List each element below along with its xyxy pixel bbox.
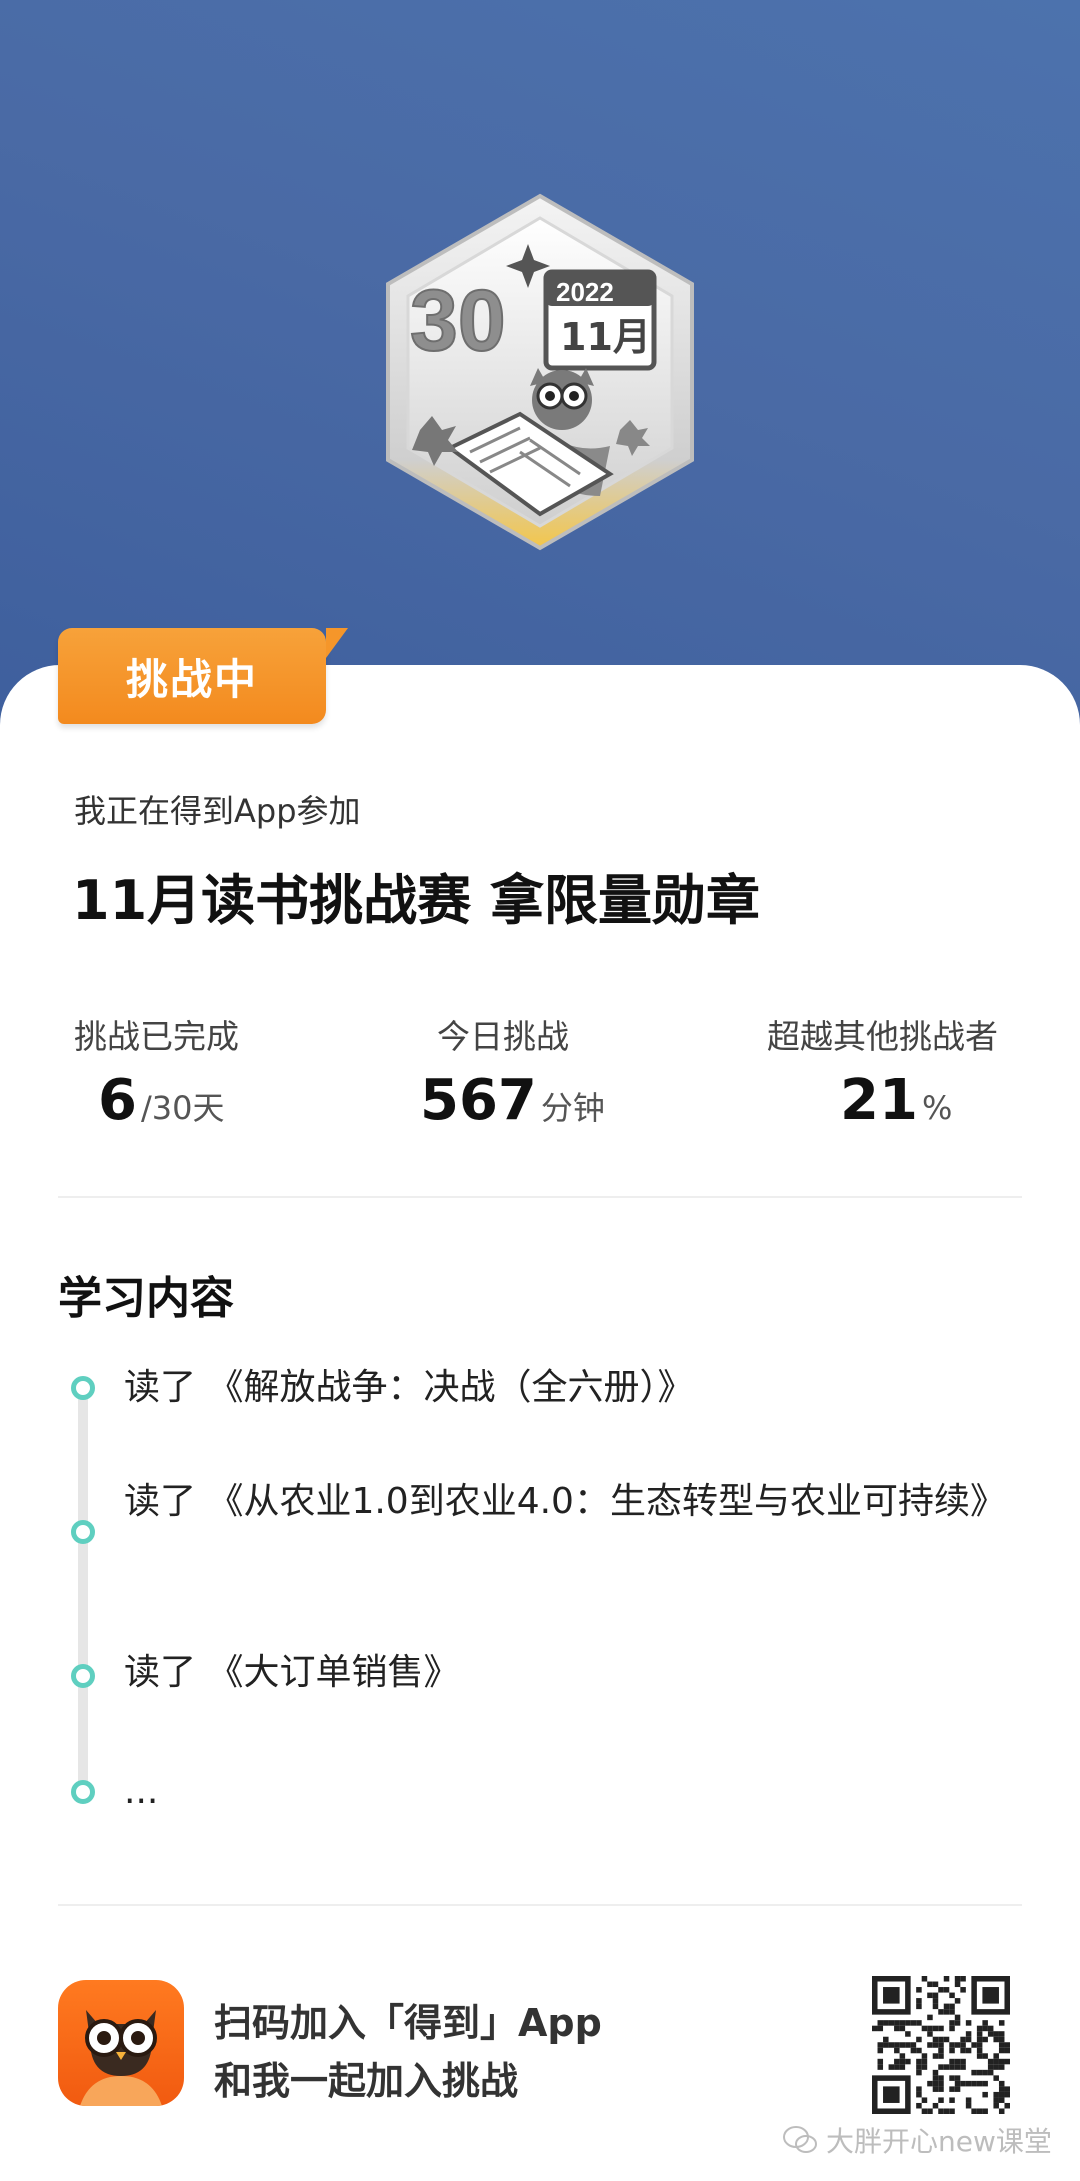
timeline-dot bbox=[71, 1376, 95, 1400]
stat-today-label: 今日挑战 bbox=[437, 1017, 569, 1056]
timeline-dot bbox=[71, 1520, 95, 1544]
dedao-app-icon bbox=[58, 1980, 184, 2106]
challenge-title: 11月读书挑战赛 拿限量勋章 bbox=[72, 869, 760, 932]
status-tag: 挑战中 bbox=[58, 628, 348, 724]
challenge-badge: 30 2022 11月 bbox=[380, 190, 700, 555]
cta-line-2: 和我一起加入挑战 bbox=[214, 2059, 519, 2103]
stat-completed-number: 6 bbox=[98, 1068, 137, 1133]
divider bbox=[58, 1904, 1022, 1906]
stat-surpass-value: 21 % bbox=[840, 1068, 952, 1133]
stat-surpass-number: 21 bbox=[840, 1068, 918, 1133]
stat-today-value: 567 分钟 bbox=[420, 1068, 605, 1133]
stat-today-number: 567 bbox=[420, 1068, 537, 1133]
badge-month: 11月 bbox=[560, 315, 651, 359]
stat-today-unit: 分钟 bbox=[540, 1089, 605, 1127]
qr-code[interactable] bbox=[872, 1976, 1010, 2114]
content-item[interactable]: 读了 《解放战争：决战（全六册）》 bbox=[124, 1360, 1024, 1416]
watermark-text: 大胖开心new课堂 bbox=[826, 2125, 1052, 2158]
content-item[interactable]: 读了 《从农业1.0到农业4.0：生态转型与农业可持续》 bbox=[124, 1474, 1024, 1530]
stat-completed-label: 挑战已完成 bbox=[74, 1017, 239, 1056]
intro-text: 我正在得到App参加 bbox=[74, 792, 361, 830]
section-title: 学习内容 bbox=[58, 1273, 234, 1324]
timeline-dot bbox=[71, 1780, 95, 1804]
cta-line-1: 扫码加入「得到」App bbox=[214, 2001, 602, 2045]
stat-completed-unit: /30天 bbox=[140, 1089, 225, 1127]
wechat-icon bbox=[783, 2126, 817, 2153]
stat-surpass-unit: % bbox=[921, 1089, 953, 1127]
divider bbox=[58, 1196, 1022, 1198]
timeline-dot bbox=[71, 1664, 95, 1688]
watermark: 大胖开心new课堂 bbox=[782, 2120, 1052, 2160]
timeline-line bbox=[78, 1385, 88, 1793]
content-item[interactable]: 读了 《大订单销售》 bbox=[124, 1645, 1024, 1701]
badge-year: 2022 bbox=[556, 277, 614, 307]
stat-surpass-label: 超越其他挑战者 bbox=[767, 1017, 998, 1056]
badge-number: 30 bbox=[410, 273, 506, 369]
content-item-more: ... bbox=[124, 1771, 159, 1812]
stat-completed-value: 6 /30天 bbox=[98, 1068, 224, 1133]
